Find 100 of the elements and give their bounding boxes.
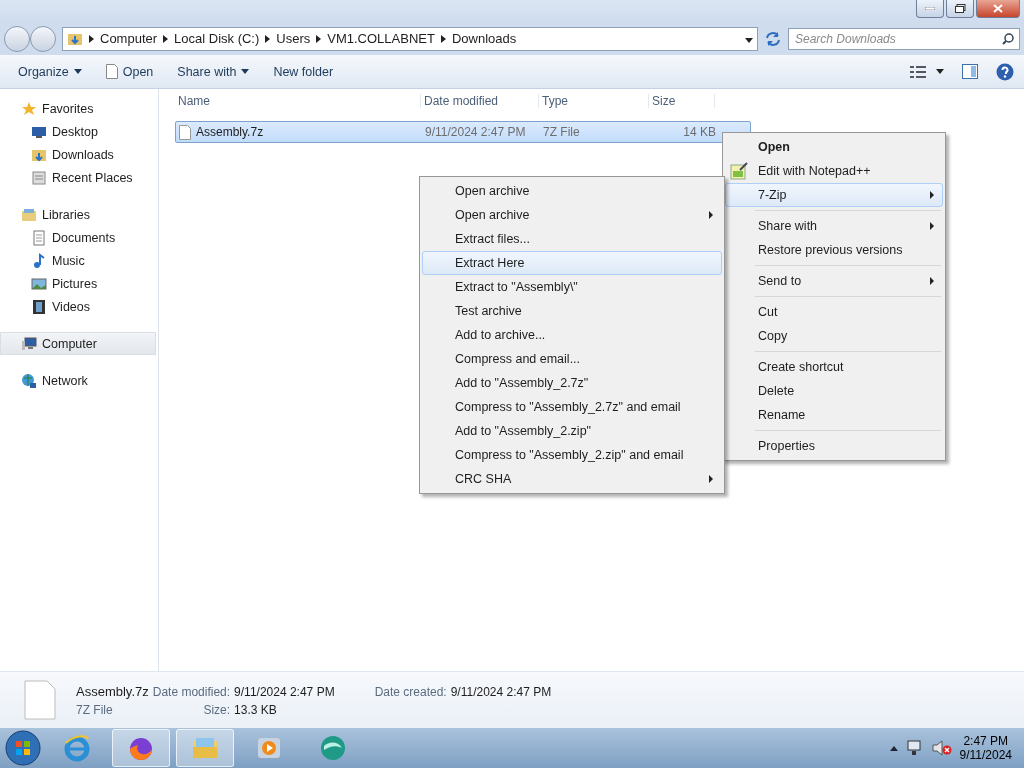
- caret-icon: [241, 69, 250, 74]
- muted-speaker-icon[interactable]: [931, 740, 952, 756]
- sidebar-item[interactable]: Pictures: [0, 272, 156, 295]
- forward-button[interactable]: [30, 25, 56, 52]
- menu-item[interactable]: Compress to "Assembly_2.7z" and email: [422, 395, 722, 419]
- menu-item[interactable]: Share with: [725, 214, 943, 238]
- window-icon: [31, 169, 47, 186]
- sidebar-item[interactable]: Documents: [0, 226, 156, 249]
- menu-item[interactable]: Extract to "Assembly\": [422, 275, 722, 299]
- minimize-icon: [925, 7, 935, 10]
- sidebar-item[interactable]: Computer: [0, 332, 156, 355]
- chevron-icon: [89, 34, 94, 43]
- details-value: 13.3 KB: [234, 702, 278, 717]
- column-header[interactable]: Name: [175, 94, 421, 108]
- breadcrumb[interactable]: Users: [276, 31, 311, 46]
- chevron-icon: [265, 34, 271, 43]
- file-size: 14 KB: [683, 125, 716, 139]
- menu-item[interactable]: Extract Here: [422, 251, 722, 275]
- toolbar-button[interactable]: Share with: [169, 60, 258, 83]
- menu-item[interactable]: Send to: [725, 269, 943, 293]
- file-name: Assembly.7z: [196, 125, 264, 139]
- chevron-icon: [163, 34, 169, 43]
- details-value: 9/11/2024 2:47 PM: [234, 684, 335, 699]
- notepad-icon: [730, 162, 748, 180]
- menu-item[interactable]: Edit with Notepad++: [725, 159, 943, 183]
- sidebar-item[interactable]: Network: [0, 369, 156, 392]
- column-header[interactable]: Type: [539, 94, 649, 108]
- close-button[interactable]: [976, 0, 1020, 18]
- details-label: Date created:: [374, 684, 447, 699]
- star-icon: [21, 100, 37, 117]
- view-button[interactable]: [910, 65, 944, 78]
- sidebar-item[interactable]: Recent Places: [0, 166, 156, 189]
- breadcrumb[interactable]: Local Disk (C:): [174, 31, 260, 46]
- sidebar-item[interactable]: Music: [0, 249, 156, 272]
- details-file-name: Assembly.7z: [76, 683, 149, 699]
- breadcrumb[interactable]: Computer: [100, 31, 158, 46]
- breadcrumb[interactable]: VM1.COLLABNET: [327, 31, 435, 46]
- back-button[interactable]: [4, 25, 30, 52]
- maximize-button[interactable]: [946, 0, 974, 18]
- restore-icon: [954, 4, 966, 13]
- menu-item[interactable]: Add to archive...: [422, 323, 722, 347]
- sidebar-item[interactable]: Desktop: [0, 120, 156, 143]
- toolbar-button[interactable]: Organize: [10, 60, 90, 83]
- breadcrumb[interactable]: Downloads: [451, 31, 517, 46]
- library-icon: [21, 206, 37, 223]
- music-note-icon: [31, 252, 47, 269]
- picture-icon: [31, 275, 47, 292]
- close-icon: [993, 4, 1003, 13]
- menu-item[interactable]: Copy: [725, 324, 943, 348]
- computer-icon: [21, 335, 37, 352]
- globe-icon: [319, 734, 347, 762]
- toolbar-button[interactable]: New folder: [265, 60, 342, 83]
- toolbar-button[interactable]: Open: [97, 60, 162, 83]
- film-icon: [31, 298, 47, 315]
- sidebar-item[interactable]: Videos: [0, 295, 156, 318]
- sidebar-item[interactable]: Libraries: [0, 203, 156, 226]
- globe-icon: [21, 372, 37, 389]
- menu-item[interactable]: Test archive: [422, 299, 722, 323]
- menu-item[interactable]: Add to "Assembly_2.7z": [422, 371, 722, 395]
- chevron-icon: [440, 34, 446, 43]
- menu-item[interactable]: Open archive: [422, 203, 722, 227]
- menu-item[interactable]: Open archive: [422, 179, 722, 203]
- document-icon: [31, 229, 47, 246]
- menu-item[interactable]: Compress and email...: [422, 347, 722, 371]
- menu-item[interactable]: CRC SHA: [422, 467, 722, 491]
- taskbar-button[interactable]: [112, 729, 170, 767]
- menu-item[interactable]: Restore previous versions: [725, 238, 943, 262]
- sidebar-item[interactable]: Downloads: [0, 143, 156, 166]
- file-icon: [179, 124, 191, 140]
- network-icon[interactable]: [905, 740, 924, 756]
- clock[interactable]: 2:47 PM 9/11/2024: [959, 734, 1012, 762]
- menu-item[interactable]: Create shortcut: [725, 355, 943, 379]
- caret-icon: [936, 69, 944, 74]
- file-row[interactable]: Assembly.7z 9/11/2024 2:47 PM 7Z File 14 KB: [175, 121, 751, 143]
- search-icon: [1002, 32, 1014, 45]
- document-icon: [105, 64, 118, 79]
- date-modified: 9/11/2024 2:47 PM: [425, 125, 526, 139]
- menu-item[interactable]: Rename: [725, 403, 943, 427]
- details-value: 9/11/2024 2:47 PM: [450, 684, 552, 699]
- caret-icon: [745, 38, 753, 43]
- menu-item[interactable]: Compress to "Assembly_2.zip" and email: [422, 443, 722, 467]
- minimize-button[interactable]: [916, 0, 944, 18]
- menu-item[interactable]: Extract files...: [422, 227, 722, 251]
- menu-item[interactable]: Add to "Assembly_2.zip": [422, 419, 722, 443]
- menu-item[interactable]: Properties: [725, 434, 943, 458]
- address-bar[interactable]: Computer Local Disk (C:) Users VM1.COLLABNET Downloads: [62, 26, 758, 51]
- caret-icon[interactable]: [889, 745, 898, 751]
- refresh-icon[interactable]: [764, 29, 782, 48]
- sidebar-item[interactable]: Favorites: [0, 97, 156, 120]
- column-header[interactable]: Date modified: [421, 94, 539, 108]
- help-icon[interactable]: [996, 62, 1014, 81]
- start-button[interactable]: [4, 729, 42, 767]
- menu-item[interactable]: Delete: [725, 379, 943, 403]
- column-header[interactable]: Size: [649, 94, 715, 108]
- menu-item[interactable]: 7-Zip: [725, 183, 943, 207]
- menu-item[interactable]: Cut: [725, 300, 943, 324]
- caret-icon: [73, 69, 82, 74]
- preview-pane-icon[interactable]: [962, 64, 978, 79]
- details-file-type: 7Z File: [76, 702, 114, 717]
- search-field[interactable]: Search Downloads: [788, 27, 1020, 50]
